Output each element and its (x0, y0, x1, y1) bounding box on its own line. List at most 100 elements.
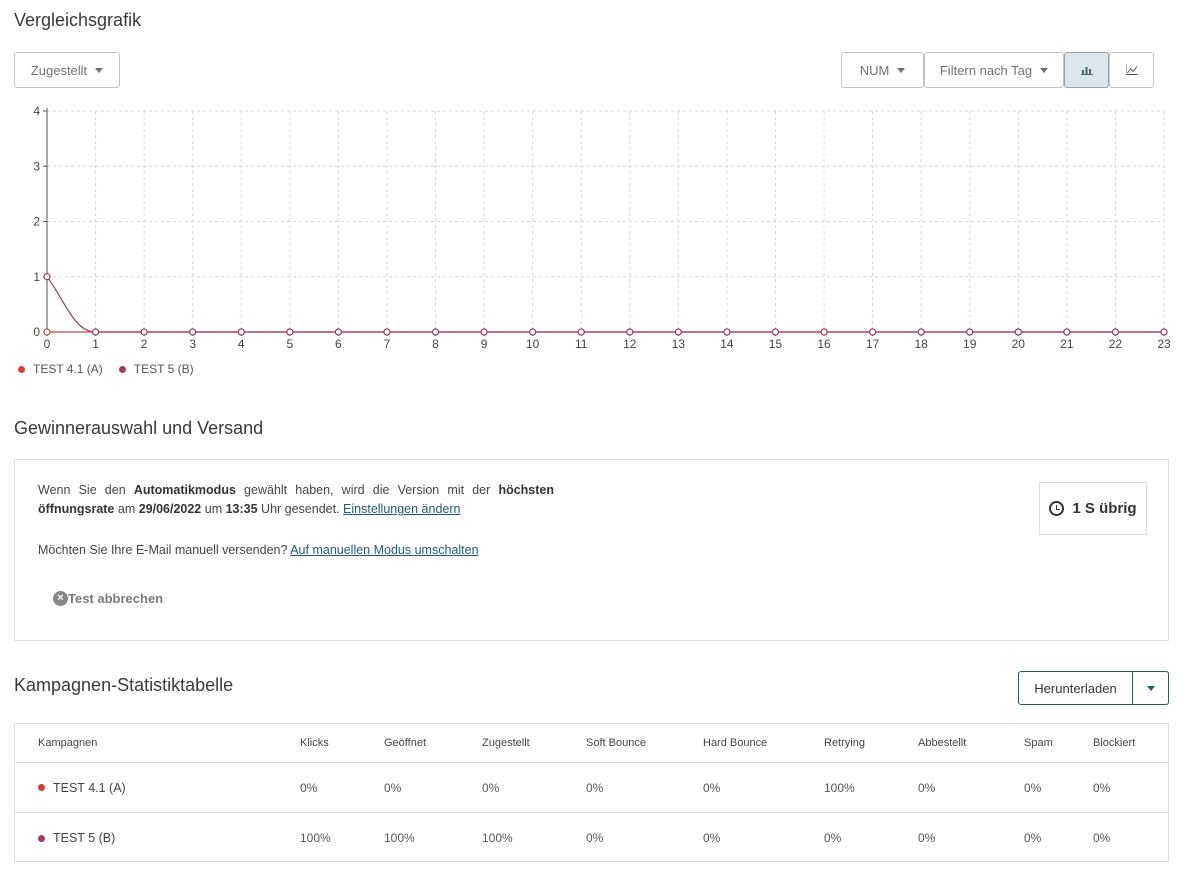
data-point-1 (1160, 328, 1168, 336)
chart-section-title: Vergleichsgrafik (14, 10, 142, 30)
line-chart-icon (1125, 65, 1138, 75)
table-cell: 100% (300, 831, 331, 845)
auto-mode-text: Wenn Sie den Automatikmodus gewählt habe… (38, 483, 554, 516)
legend-label-a: TEST 4.1 (A) (33, 362, 103, 376)
data-point-1 (480, 328, 488, 336)
chevron-down-icon (1040, 67, 1049, 73)
x-tick-label: 23 (1157, 337, 1171, 351)
data-point-1 (1014, 328, 1022, 336)
column-header: Geöffnet (384, 737, 426, 749)
column-header: Kampagnen (38, 737, 98, 749)
data-point-1 (577, 328, 585, 336)
table-cell: 0% (300, 780, 318, 795)
download-split-button: Herunterladen (1018, 671, 1169, 705)
download-options-toggle[interactable] (1133, 672, 1168, 704)
tag-filter-label: Filtern nach Tag (939, 62, 1033, 78)
series-line-1 (46, 276, 1164, 333)
x-tick-label: 2 (141, 337, 148, 351)
x-tick-label: 5 (286, 337, 293, 351)
x-tick-label: 15 (769, 337, 783, 351)
table-cell: 0% (1093, 780, 1111, 795)
data-point-1 (286, 328, 294, 336)
line-chart-toggle[interactable] (1109, 52, 1154, 88)
x-tick-label: 14 (720, 337, 734, 351)
x-tick-label: 16 (817, 337, 831, 351)
table-cell: 0% (1024, 831, 1042, 845)
table-header-row: Kampagnen Klicks Geöffnet Zugestellt Sof… (15, 724, 1168, 763)
y-tick-label: 0 (33, 325, 40, 339)
x-tick-label: 21 (1060, 337, 1074, 351)
chevron-down-icon (1146, 685, 1155, 691)
num-dropdown[interactable]: NUM (841, 52, 924, 88)
y-tick-label: 4 (33, 104, 40, 118)
manual-mode-text: Möchten Sie Ihre E-Mail manuell versende… (38, 543, 479, 557)
manual-mode-link[interactable]: Auf manuellen Modus umschalten (290, 543, 478, 557)
metric-dropdown[interactable]: Zugestellt (14, 52, 120, 88)
data-point-1 (626, 328, 634, 336)
column-header: Soft Bounce (586, 737, 646, 749)
clock-icon (1049, 501, 1065, 516)
download-button[interactable]: Herunterladen (1019, 672, 1133, 704)
data-point-1 (431, 328, 440, 336)
y-tick-label: 2 (33, 215, 40, 229)
table-row[interactable]: TEST 5 (B) 100% 100% 100% 0% 0% 0% 0% 0%… (15, 813, 1168, 863)
data-point-1 (383, 328, 391, 336)
table-cell: 0% (384, 780, 402, 795)
table-cell: 100% (384, 831, 415, 845)
data-point-1 (91, 328, 100, 336)
column-header: Retrying (824, 737, 865, 749)
x-tick-label: 17 (866, 337, 880, 351)
chart-series (43, 273, 1168, 336)
x-tick-label: 13 (672, 337, 686, 351)
time-remaining-label: 1 S übrig (1072, 500, 1137, 517)
x-tick-label: 4 (238, 337, 245, 351)
chart-legend: TEST 4.1 (A) TEST 5 (B) (18, 362, 194, 376)
x-tick-label: 6 (335, 337, 342, 351)
table-cell: 0% (482, 780, 500, 795)
legend-item-a[interactable]: TEST 4.1 (A) (18, 362, 103, 376)
data-point-1 (237, 328, 245, 336)
column-header: Abbestellt (918, 737, 967, 749)
tag-filter-dropdown[interactable]: Filtern nach Tag (924, 52, 1064, 88)
x-tick-label: 1 (92, 337, 99, 351)
y-tick-label: 3 (33, 159, 40, 173)
table-cell: 100% (824, 780, 855, 795)
cancel-test-button[interactable]: × Test abbrechen (53, 591, 163, 606)
winner-section-title: Gewinnerauswahl und Versand (14, 418, 264, 438)
table-row[interactable]: TEST 4.1 (A) 0% 0% 0% 0% 0% 100% 0% 0% 0… (15, 763, 1168, 813)
bar-chart-toggle[interactable] (1064, 52, 1109, 88)
table-cell: 0% (586, 831, 604, 845)
data-point-1 (674, 328, 682, 336)
table-cell: 0% (918, 780, 936, 795)
x-tick-label: 18 (914, 337, 928, 351)
data-point-1 (529, 328, 537, 336)
data-point-1 (43, 273, 51, 281)
time-remaining-badge: 1 S übrig (1039, 482, 1147, 535)
data-point-0 (43, 328, 51, 336)
data-point-1 (820, 328, 828, 336)
settings-link[interactable]: Einstellungen ändern (343, 502, 460, 516)
campaign-stats-table: Kampagnen Klicks Geöffnet Zugestellt Sof… (14, 723, 1169, 862)
x-tick-label: 12 (623, 337, 637, 351)
table-cell: 0% (824, 831, 842, 845)
campaign-color-dot (38, 784, 45, 791)
x-tick-label: 11 (575, 337, 588, 351)
campaign-name-cell: TEST 5 (B) (38, 813, 115, 863)
x-tick-label: 3 (189, 337, 196, 351)
x-tick-label: 9 (481, 337, 488, 351)
legend-item-b[interactable]: TEST 5 (B) (118, 362, 194, 376)
x-tick-label: 19 (963, 337, 977, 351)
data-point-1 (723, 328, 731, 336)
close-circle-icon: × (53, 591, 68, 606)
chevron-down-icon (897, 67, 906, 73)
campaign-color-dot (38, 834, 45, 842)
data-point-1 (771, 328, 780, 336)
x-tick-label: 10 (526, 337, 540, 351)
table-cell: 0% (1024, 780, 1042, 795)
table-cell: 0% (703, 780, 721, 795)
column-header: Zugestellt (482, 737, 530, 749)
stats-section-title: Kampagnen-Statistiktabelle (14, 675, 234, 695)
data-point-1 (966, 328, 974, 336)
campaign-name-cell: TEST 4.1 (A) (38, 763, 126, 812)
x-tick-label: 20 (1012, 337, 1026, 351)
